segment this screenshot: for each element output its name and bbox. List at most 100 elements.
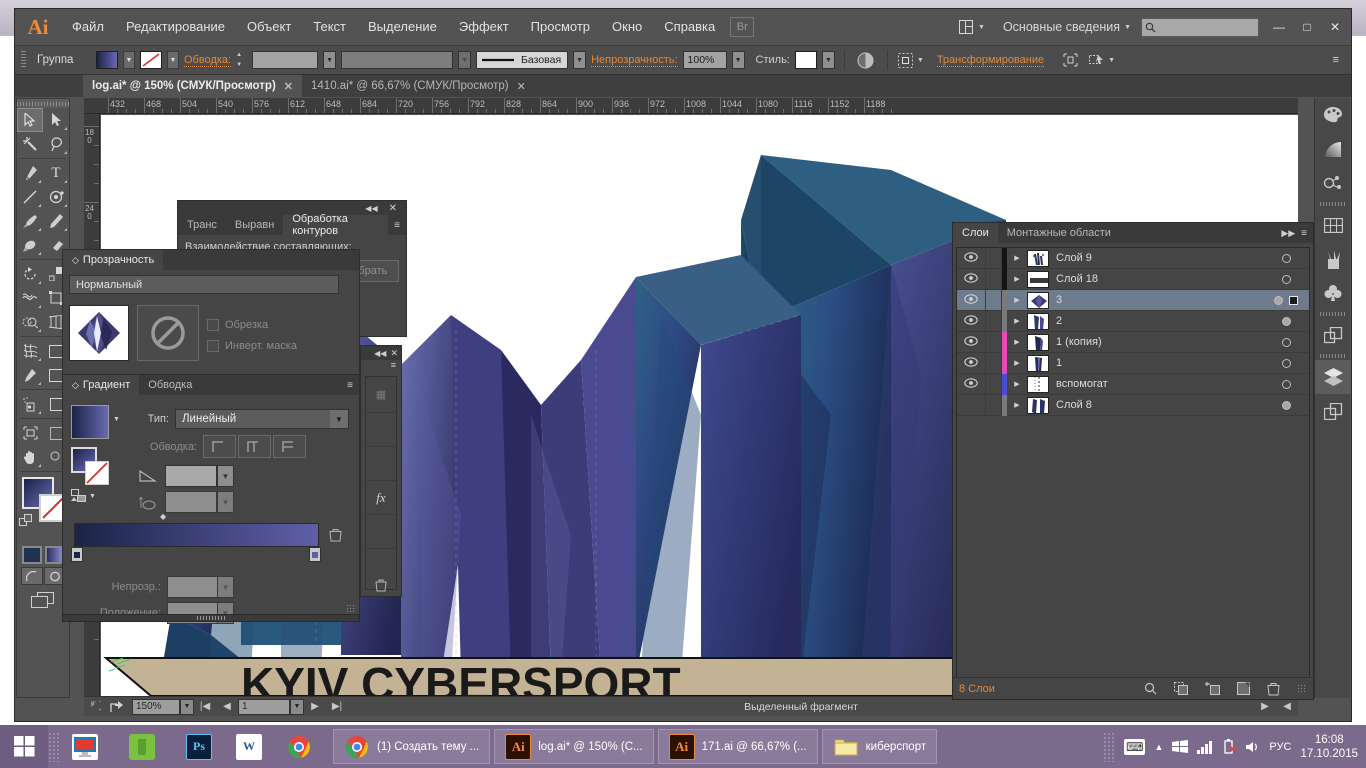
ellipse-tool[interactable] — [43, 185, 69, 209]
appearance-row-fx[interactable]: fx — [366, 481, 396, 515]
arrange-documents-button[interactable]: ▼ — [958, 16, 993, 38]
selection-tool[interactable] — [17, 108, 43, 132]
tab-stroke[interactable]: Обводка — [139, 375, 201, 395]
reverse-gradient-chevron-icon[interactable]: ▼ — [89, 493, 96, 500]
layer-lock-toggle[interactable] — [985, 331, 1002, 353]
layer-name[interactable]: 3 — [1056, 294, 1263, 306]
taskbar-item-photoshop[interactable]: Ps — [176, 729, 222, 764]
gradient-panel-menu[interactable]: ≡ — [341, 380, 359, 391]
pencil-tool[interactable] — [43, 209, 69, 233]
brush-definition-field[interactable]: Базовая — [476, 51, 569, 69]
taskbar-item-evernote[interactable] — [119, 729, 172, 764]
artwork-thumbnail[interactable] — [69, 305, 129, 361]
layer-visibility-toggle[interactable] — [957, 314, 985, 328]
brush-definition-dropdown[interactable]: ▼ — [573, 51, 587, 69]
layer-row[interactable]: ▶ Слой 18 — [957, 268, 1309, 290]
minimize-button[interactable]: — — [1265, 16, 1293, 38]
symbols-icon[interactable] — [1315, 166, 1351, 200]
gradient-panel-resize-grip[interactable] — [346, 604, 356, 614]
taskbar-item-chrome-window[interactable]: (1) Создать тему ... — [333, 729, 491, 764]
layer-name[interactable]: Слой 8 — [1056, 399, 1263, 411]
workspace-switcher[interactable]: Основные сведения — [1003, 20, 1120, 34]
appearance-row-3[interactable] — [366, 447, 396, 481]
show-hidden-icons-icon[interactable]: ▲ — [1154, 742, 1163, 752]
gradient-preview-swatch[interactable] — [71, 405, 109, 439]
layers-list-empty-area[interactable] — [957, 416, 1309, 678]
layer-target-column[interactable] — [1263, 379, 1309, 389]
layer-target-circle[interactable] — [1281, 358, 1291, 368]
opacity-mask-thumbnail[interactable] — [137, 305, 199, 361]
rotate-tool[interactable] — [17, 262, 43, 286]
lasso-tool[interactable] — [43, 132, 69, 156]
gradient-preview-chevron-down-icon[interactable]: ▼ — [113, 416, 120, 423]
swap-fill-stroke-button[interactable] — [19, 514, 32, 532]
direct-selection-tool[interactable] — [43, 108, 69, 132]
layer-target-column[interactable] — [1263, 295, 1309, 305]
layer-expand-triangle-icon[interactable]: ▶ — [1007, 275, 1027, 283]
artboard-layers-icon[interactable] — [1315, 394, 1351, 428]
artboard-number-field[interactable]: 1 — [238, 698, 290, 715]
select-similar-button[interactable]: ▼ — [1088, 52, 1115, 68]
appearance-row-2[interactable] — [366, 413, 396, 447]
mesh-tool[interactable] — [17, 339, 43, 363]
language-indicator[interactable]: РУС — [1269, 741, 1291, 753]
layer-expand-triangle-icon[interactable]: ▶ — [1007, 254, 1027, 262]
tray-grip[interactable] — [1103, 731, 1116, 762]
taskbar-item-lenovo[interactable] — [62, 729, 115, 764]
transform-label[interactable]: Трансформирование — [936, 54, 1045, 67]
locate-object-icon[interactable] — [1144, 682, 1157, 695]
menu-item-effect[interactable]: Эффект — [448, 9, 520, 45]
gradient-stop-start[interactable] — [71, 547, 83, 562]
layer-target-column[interactable] — [1263, 274, 1309, 284]
paintbrush-tool[interactable] — [17, 209, 43, 233]
type-tool[interactable]: T — [43, 161, 69, 185]
gradient-icon[interactable] — [1315, 132, 1351, 166]
tab-transform[interactable]: Транс — [178, 215, 226, 235]
stroke-weight-field[interactable] — [252, 51, 319, 69]
graphic-style-swatch[interactable] — [794, 51, 817, 69]
appearance-panel-menu[interactable]: ≡ — [361, 360, 401, 374]
layers-icon[interactable] — [1315, 360, 1351, 394]
appearance-close-icon[interactable]: ✕ — [390, 348, 398, 359]
close-button[interactable]: ✕ — [1321, 16, 1349, 38]
magic-wand-tool[interactable] — [17, 132, 43, 156]
layer-lock-toggle[interactable] — [985, 394, 1002, 416]
invert-mask-checkbox[interactable] — [207, 340, 219, 352]
gradient-panel-bottom-grip[interactable] — [62, 614, 360, 622]
gradient-aspect-dropdown[interactable]: ▼ — [217, 491, 234, 513]
transparency-panel[interactable]: ◇ Прозрачность Нормальный Обрезка Инверт… — [62, 249, 360, 377]
layer-visibility-toggle[interactable] — [957, 272, 985, 286]
gradient-slider-bar[interactable] — [74, 523, 319, 547]
symbol-sprayer-tool[interactable] — [17, 392, 43, 416]
layer-lock-toggle[interactable] — [985, 310, 1002, 332]
artboard-number-dropdown[interactable]: ▼ — [290, 698, 304, 715]
opacity-dropdown[interactable]: ▼ — [731, 51, 745, 69]
layer-visibility-toggle[interactable] — [957, 335, 985, 349]
taskbar-item-chrome[interactable] — [276, 729, 329, 764]
layer-lock-toggle[interactable] — [985, 247, 1002, 269]
recolor-artwork-button[interactable] — [854, 52, 878, 69]
fill-swatch-dropdown[interactable]: ▼ — [123, 51, 135, 69]
delete-icon[interactable] — [375, 579, 387, 592]
tab-align[interactable]: Выравн — [226, 215, 283, 235]
layer-target-circle[interactable] — [1281, 337, 1291, 347]
tab-transparency[interactable]: ◇ Прозрачность — [63, 250, 164, 270]
workspace-chevron-down-icon[interactable]: ▼ — [1124, 24, 1131, 31]
stroke-profile-field[interactable] — [341, 51, 454, 69]
stroke-swatch-dropdown[interactable]: ▼ — [167, 51, 179, 69]
layer-row[interactable]: ▶ 1 (копия) — [957, 331, 1309, 353]
pen-tool[interactable] — [17, 161, 43, 185]
next-artboard-button[interactable]: ▶ — [304, 697, 326, 717]
align-chevron-down-icon[interactable]: ▼ — [917, 57, 924, 64]
make-clipping-mask-icon[interactable] — [1174, 682, 1188, 695]
menu-item-object[interactable]: Объект — [236, 9, 302, 45]
last-artboard-button[interactable]: ▶| — [326, 697, 348, 717]
horizontal-ruler[interactable]: 432 468 504 540 576 612 648 684 720 756 792 828 864 9… — [84, 98, 1298, 114]
isolate-selected-object-button[interactable] — [1057, 52, 1083, 68]
document-tab-1410[interactable]: 1410.ai* @ 66,67% (СМУК/Просмотр) ✕ — [302, 75, 535, 97]
search-input[interactable] — [1141, 17, 1259, 37]
taskbar-grip[interactable] — [48, 731, 60, 762]
share-on-behance-button[interactable] — [106, 697, 128, 717]
eyedropper-tool[interactable] — [17, 363, 43, 387]
layer-target-circle[interactable] — [1281, 316, 1291, 326]
